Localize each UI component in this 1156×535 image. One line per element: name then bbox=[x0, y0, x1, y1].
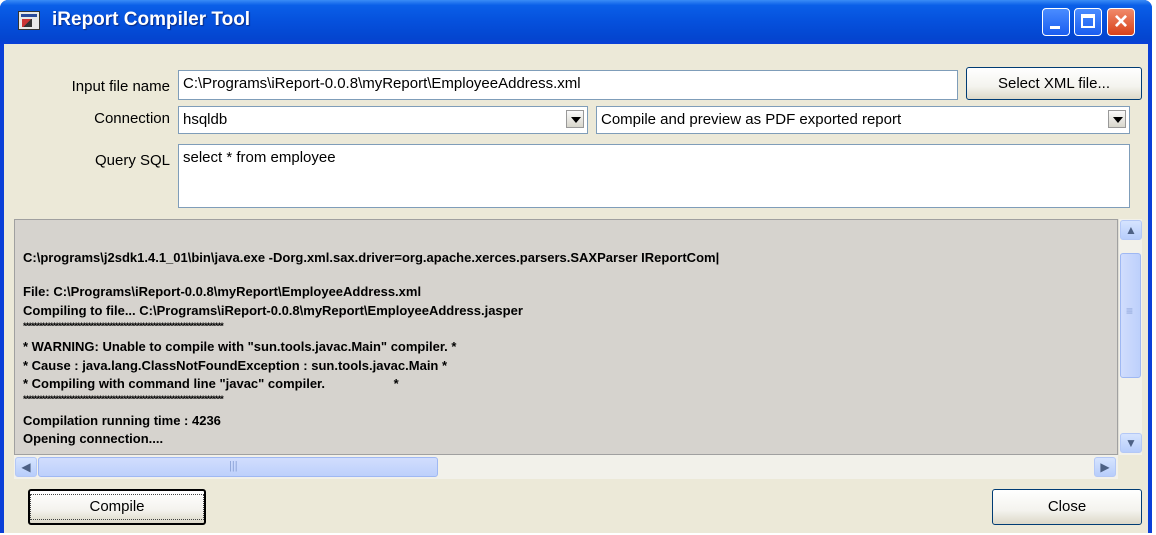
query-sql-field[interactable]: select * from employee bbox=[178, 144, 1130, 208]
log-line: * Compiling with command line "javac" co… bbox=[23, 376, 399, 391]
chevron-down-icon[interactable] bbox=[566, 110, 584, 128]
select-xml-file-button[interactable]: Select XML file... bbox=[966, 67, 1142, 100]
horizontal-scroll-thumb[interactable] bbox=[38, 457, 438, 477]
connection-select[interactable]: hsqldb bbox=[178, 106, 588, 134]
title-bar[interactable]: iReport Compiler Tool × bbox=[0, 0, 1152, 44]
close-button[interactable]: Close bbox=[992, 489, 1142, 525]
maximize-button[interactable] bbox=[1074, 8, 1102, 36]
app-icon[interactable] bbox=[18, 11, 40, 30]
log-line: ****************************************… bbox=[23, 394, 224, 404]
chevron-down-icon[interactable] bbox=[1108, 110, 1126, 128]
input-file-field[interactable]: C:\Programs\iReport-0.0.8\myReport\Emplo… bbox=[178, 70, 958, 100]
scrollbar-corner bbox=[1118, 455, 1142, 479]
minimize-icon bbox=[1050, 26, 1060, 29]
log-line: Compilation running time : 4236 bbox=[23, 413, 221, 428]
log-line: * Cause : java.lang.ClassNotFoundExcepti… bbox=[23, 358, 448, 373]
scroll-up-button[interactable]: ▲ bbox=[1120, 220, 1142, 240]
compile-button-label: Compile bbox=[30, 494, 204, 520]
log-line: * WARNING: Unable to compile with "sun.t… bbox=[23, 339, 457, 354]
connection-value: hsqldb bbox=[183, 111, 228, 128]
connection-label: Connection bbox=[94, 110, 170, 127]
log-line: Compiling to file... C:\Programs\iReport… bbox=[23, 303, 523, 318]
maximize-icon bbox=[1081, 14, 1095, 28]
minimize-button[interactable] bbox=[1042, 8, 1070, 36]
compile-mode-value: Compile and preview as PDF exported repo… bbox=[601, 111, 902, 128]
vertical-scrollbar[interactable]: ▲ ▼ bbox=[1118, 219, 1142, 455]
vertical-scroll-thumb[interactable] bbox=[1120, 253, 1141, 378]
log-line: Opening connection.... bbox=[23, 431, 164, 446]
client-area: Input file name C:\Programs\iReport-0.0.… bbox=[4, 44, 1148, 533]
compiler-window: iReport Compiler Tool × Input file name … bbox=[0, 0, 1152, 533]
compile-button[interactable]: Compile bbox=[28, 489, 206, 525]
compile-mode-select[interactable]: Compile and preview as PDF exported repo… bbox=[596, 106, 1130, 134]
scroll-left-button[interactable]: ◀ bbox=[15, 457, 37, 477]
horizontal-scrollbar[interactable]: ◀ ▶ bbox=[14, 455, 1118, 479]
scroll-down-button[interactable]: ▼ bbox=[1120, 433, 1142, 453]
close-window-button[interactable]: × bbox=[1107, 8, 1135, 36]
scroll-right-button[interactable]: ▶ bbox=[1094, 457, 1116, 477]
log-line: File: C:\Programs\iReport-0.0.8\myReport… bbox=[23, 284, 422, 299]
window-title: iReport Compiler Tool bbox=[52, 9, 251, 30]
query-sql-label: Query SQL bbox=[94, 152, 170, 169]
close-icon: × bbox=[1113, 8, 1128, 35]
log-line: ****************************************… bbox=[23, 321, 224, 331]
log-line: C:\programs\j2sdk1.4.1_01\bin\java.exe -… bbox=[23, 250, 720, 265]
input-file-label: Input file name bbox=[71, 78, 170, 95]
log-output[interactable]: C:\programs\j2sdk1.4.1_01\bin\java.exe -… bbox=[14, 219, 1118, 455]
